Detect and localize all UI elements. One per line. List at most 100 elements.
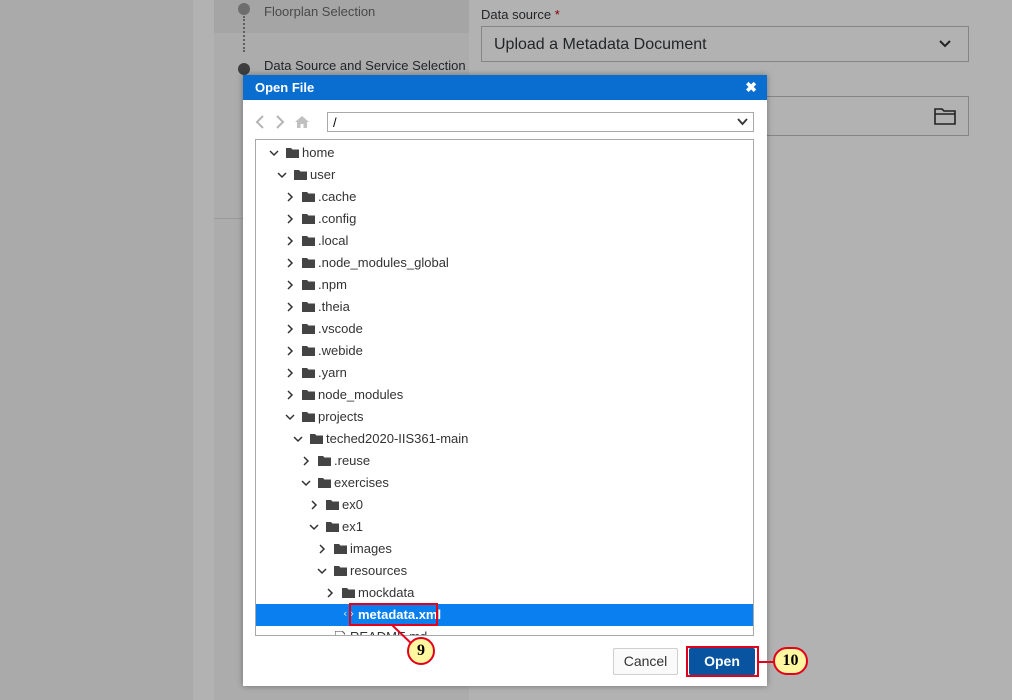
tree-folder-row[interactable]: ex0: [256, 494, 753, 516]
folder-icon: [302, 390, 315, 400]
tree-item-label: .npm: [318, 277, 347, 292]
chevron-right-icon[interactable]: [285, 192, 295, 202]
chevron-right-icon[interactable]: [285, 368, 295, 378]
tree-item-label: .cache: [318, 189, 357, 204]
chevron-down-icon[interactable]: [301, 478, 311, 488]
folder-icon: [302, 346, 315, 356]
folder-icon: [286, 148, 299, 158]
chevron-down-icon: [737, 118, 748, 126]
tree-item-label: .theia: [318, 299, 350, 314]
folder-icon: [342, 588, 355, 598]
tree-folder-row[interactable]: exercises: [256, 472, 753, 494]
tree-item-label: projects: [318, 409, 364, 424]
folder-icon: [334, 566, 347, 576]
forward-icon[interactable]: [275, 115, 285, 129]
folder-icon: [310, 434, 323, 444]
tree-folder-row[interactable]: node_modules: [256, 384, 753, 406]
folder-icon: [318, 478, 331, 488]
tree-item-label: ex0: [342, 497, 363, 512]
chevron-right-icon[interactable]: [317, 544, 327, 554]
folder-icon: [302, 412, 315, 422]
folder-icon: [302, 192, 315, 202]
chevron-down-icon[interactable]: [317, 566, 327, 576]
tree-item-label: user: [310, 167, 336, 182]
tree-item-label: exercises: [334, 475, 389, 490]
chevron-right-icon[interactable]: [285, 236, 295, 246]
tree-item-label: teched2020-IIS361-main: [326, 431, 469, 446]
tree-folder-row[interactable]: .vscode: [256, 318, 753, 340]
tree-folder-row[interactable]: home: [256, 142, 753, 164]
folder-icon: [294, 170, 307, 180]
tree-item-label: home: [302, 145, 335, 160]
open-button-highlight: [686, 646, 759, 677]
tree-folder-row[interactable]: .npm: [256, 274, 753, 296]
chevron-right-icon[interactable]: [285, 324, 295, 334]
chevron-right-icon[interactable]: [285, 302, 295, 312]
tree-item-label: node_modules: [318, 387, 404, 402]
chevron-down-icon[interactable]: [269, 148, 279, 158]
cancel-button[interactable]: Cancel: [613, 648, 678, 675]
tree-item-label: .webide: [318, 343, 363, 358]
chevron-down-icon[interactable]: [293, 434, 303, 444]
tree-item-label: .node_modules_global: [318, 255, 449, 270]
tree-folder-row[interactable]: .theia: [256, 296, 753, 318]
folder-icon: [302, 236, 315, 246]
folder-icon: [326, 522, 339, 532]
chevron-down-icon[interactable]: [277, 170, 287, 180]
tree-file-row[interactable]: ‹› metadata.xml: [256, 604, 753, 626]
folder-icon: [302, 302, 315, 312]
close-icon[interactable]: ✖: [745, 79, 757, 96]
tree-folder-row[interactable]: .local: [256, 230, 753, 252]
tree-folder-row[interactable]: projects: [256, 406, 753, 428]
tree-folder-row[interactable]: .webide: [256, 340, 753, 362]
tree-item-label: mockdata: [358, 585, 415, 600]
folder-icon: [326, 500, 339, 510]
dialog-header: Open File ✖: [243, 75, 767, 100]
tree-folder-row[interactable]: user: [256, 164, 753, 186]
open-file-dialog: Open File ✖ / home user .cache .config .loca…: [243, 75, 767, 686]
tree-item-label: .yarn: [318, 365, 347, 380]
tree-folder-row[interactable]: .cache: [256, 186, 753, 208]
tree-item-label: .vscode: [318, 321, 363, 336]
tree-folder-row[interactable]: mockdata: [256, 582, 753, 604]
back-icon[interactable]: [255, 115, 265, 129]
tree-folder-row[interactable]: .node_modules_global: [256, 252, 753, 274]
chevron-down-icon[interactable]: [285, 412, 295, 422]
selected-file-highlight: [349, 603, 438, 626]
path-select[interactable]: /: [327, 112, 754, 132]
file-tree[interactable]: home user .cache .config .local .node_modules…: [255, 139, 754, 636]
folder-icon: [302, 280, 315, 290]
tree-folder-row[interactable]: .reuse: [256, 450, 753, 472]
tree-item-label: resources: [350, 563, 408, 578]
chevron-right-icon[interactable]: [325, 588, 335, 598]
dialog-title: Open File: [255, 80, 315, 95]
chevron-down-icon[interactable]: [309, 522, 319, 532]
folder-icon: [302, 214, 315, 224]
chevron-right-icon[interactable]: [285, 214, 295, 224]
chevron-right-icon[interactable]: [309, 500, 319, 510]
file-icon: [335, 631, 345, 635]
step-10-badge: 10: [773, 647, 808, 675]
tree-item-label: ex1: [342, 519, 363, 534]
tree-folder-row[interactable]: images: [256, 538, 753, 560]
chevron-right-icon[interactable]: [285, 280, 295, 290]
tree-file-row[interactable]: README.md: [256, 626, 753, 635]
chevron-right-icon[interactable]: [285, 390, 295, 400]
chevron-right-icon[interactable]: [301, 456, 311, 466]
tree-item-label: .config: [318, 211, 357, 226]
folder-icon: [302, 258, 315, 268]
folder-icon: [334, 544, 347, 554]
folder-icon: [318, 456, 331, 466]
tree-folder-row[interactable]: teched2020-IIS361-main: [256, 428, 753, 450]
tree-folder-row[interactable]: resources: [256, 560, 753, 582]
chevron-right-icon[interactable]: [285, 258, 295, 268]
step-9-badge: 9: [407, 637, 435, 665]
tree-folder-row[interactable]: ex1: [256, 516, 753, 538]
tree-folder-row[interactable]: .yarn: [256, 362, 753, 384]
tree-item-label: images: [350, 541, 392, 556]
tree-item-label: .reuse: [334, 453, 371, 468]
chevron-right-icon[interactable]: [285, 346, 295, 356]
folder-icon: [302, 324, 315, 334]
home-icon[interactable]: [295, 116, 309, 128]
tree-folder-row[interactable]: .config: [256, 208, 753, 230]
